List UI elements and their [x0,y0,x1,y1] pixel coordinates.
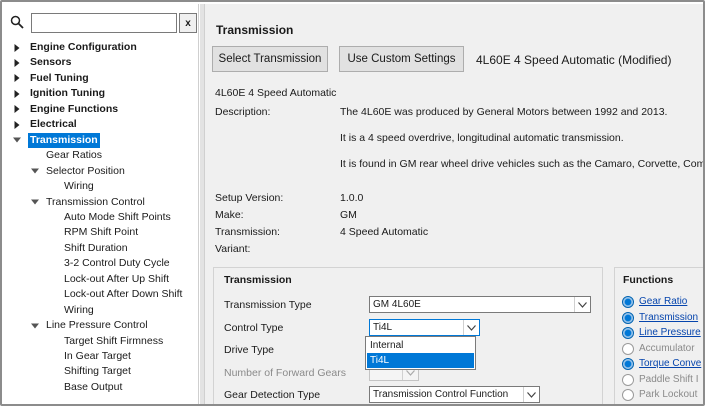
tree-item-label: Lock-out After Down Shift [64,288,183,301]
radio-on-icon[interactable] [622,327,634,339]
page-title: Transmission [216,23,294,37]
transmission-label: Transmission: [215,226,280,238]
tree-item-label: In Gear Target [64,350,131,362]
description-line: It is a 4 speed overdrive, longitudinal … [340,132,624,144]
make-label: Make: [215,209,244,221]
tree-item-label: Fuel Tuning [30,71,89,84]
radio-off-icon[interactable] [622,373,634,386]
function-label: Accumulator [639,342,695,354]
tree-item-label: Selector Position [46,164,125,177]
description-line: The 4L60E was produced by General Motors… [340,106,668,118]
clear-search-button[interactable]: x [179,13,197,33]
expand-arrow-icon[interactable] [12,102,22,117]
splitter[interactable] [200,4,205,404]
tree-item-label: Auto Mode Shift Points [64,210,171,223]
control-type-label: Control Type [224,322,284,334]
transmission-value: 4 Speed Automatic [340,226,429,238]
radio-on-icon[interactable] [622,358,634,370]
transmission-type-value: GM 4L60E [373,299,421,310]
search-input[interactable] [31,13,177,33]
group-title: Transmission [224,274,292,286]
radio-off-icon[interactable] [622,342,634,355]
collapse-arrow-icon[interactable] [30,164,40,179]
setup-version-label: Setup Version: [215,192,284,204]
chevron-down-icon[interactable] [523,387,539,402]
function-label[interactable]: Gear Ratio [639,295,687,309]
search-bar: x [7,13,197,33]
tree-item-label: RPM Shift Point [64,226,139,239]
collapse-arrow-icon[interactable] [30,318,40,333]
tree-item-label: Transmission Control [46,195,145,208]
function-label: Paddle Shift I [639,373,699,385]
collapse-arrow-icon[interactable] [12,133,22,148]
description-label: Description: [215,106,271,118]
use-custom-settings-button[interactable]: Use Custom Settings [339,46,464,72]
app-window: x Engine Configuration Sensors Fuel Tuning… [0,0,705,406]
radio-on-icon[interactable] [622,296,634,308]
navigation-panel: x Engine Configuration Sensors Fuel Tuning… [4,4,199,404]
transmission-type-select[interactable]: GM 4L60E [369,296,591,313]
function-label[interactable]: Line Pressure [639,326,701,340]
dropdown-option-internal[interactable]: Internal [367,338,474,353]
tree-item-label: Engine Configuration [30,41,137,53]
expand-arrow-icon[interactable] [12,71,22,86]
function-label[interactable]: Torque Conve [639,357,701,371]
tree-item-label: Ignition Tuning [30,87,106,100]
drive-type-label: Drive Type [224,344,274,356]
gear-detection-value: Transmission Control Function [373,389,509,400]
expand-arrow-icon[interactable] [12,86,22,101]
tree-item-label: Transmission [28,132,100,148]
functions-panel: Functions Gear Ratio Transmission Line Pre… [614,267,703,404]
tree-item-label: Base Output [64,380,123,393]
radio-on-icon[interactable] [622,311,634,324]
function-label[interactable]: Transmission [639,311,698,325]
control-type-value: Ti4L [373,322,393,333]
select-transmission-button[interactable]: Select Transmission [212,46,328,72]
content-panel: Transmission Select Transmission Use Cus… [200,4,705,404]
tree-item-label: Lock-out After Up Shift [64,272,170,285]
collapse-arrow-icon[interactable] [30,195,40,210]
function-label: Park Lockout [639,389,698,400]
tree-item-label: Sensors [30,56,72,69]
control-type-select[interactable]: Ti4L [369,319,480,336]
radio-off-icon[interactable] [622,389,634,401]
chevron-down-icon[interactable] [574,297,590,312]
tree-item-label: 3-2 Control Duty Cycle [64,257,170,270]
variant-label: Variant: [215,243,251,255]
tree-item-label: Wiring [64,180,94,193]
control-type-dropdown: Internal Ti4L [365,336,476,370]
tree-item-label: Shift Duration [64,241,128,254]
transmission-name: 4L60E 4 Speed Automatic [215,87,337,99]
search-icon [10,15,24,29]
tree-item-label: Line Pressure Control [46,319,148,332]
gear-detection-select[interactable]: Transmission Control Function [369,386,540,403]
expand-arrow-icon[interactable] [12,55,22,70]
gear-detection-label: Gear Detection Type [224,389,321,401]
selected-transmission-label: 4L60E 4 Speed Automatic (Modified) [476,53,672,67]
tree-item-label: Target Shift Firmness [64,334,164,347]
tree-item-label: Gear Ratios [46,149,103,162]
setup-version-value: 1.0.0 [340,192,364,204]
description-line: It is found in GM rear wheel drive vehic… [340,158,705,170]
dropdown-option-ti4l[interactable]: Ti4L [367,353,474,368]
expand-arrow-icon[interactable] [12,40,22,55]
transmission-type-label: Transmission Type [224,299,312,311]
tree-item-label: Electrical [30,118,77,131]
tree-item-label: Wiring [64,303,94,316]
chevron-down-icon[interactable] [463,320,479,335]
forward-gears-label: Number of Forward Gears [224,367,346,379]
tree-item-label: Shifting Target [64,365,131,378]
expand-arrow-icon[interactable] [12,117,22,132]
functions-title: Functions [623,274,674,286]
make-value: GM [340,209,357,221]
tree-item-label: Engine Functions [30,102,119,115]
